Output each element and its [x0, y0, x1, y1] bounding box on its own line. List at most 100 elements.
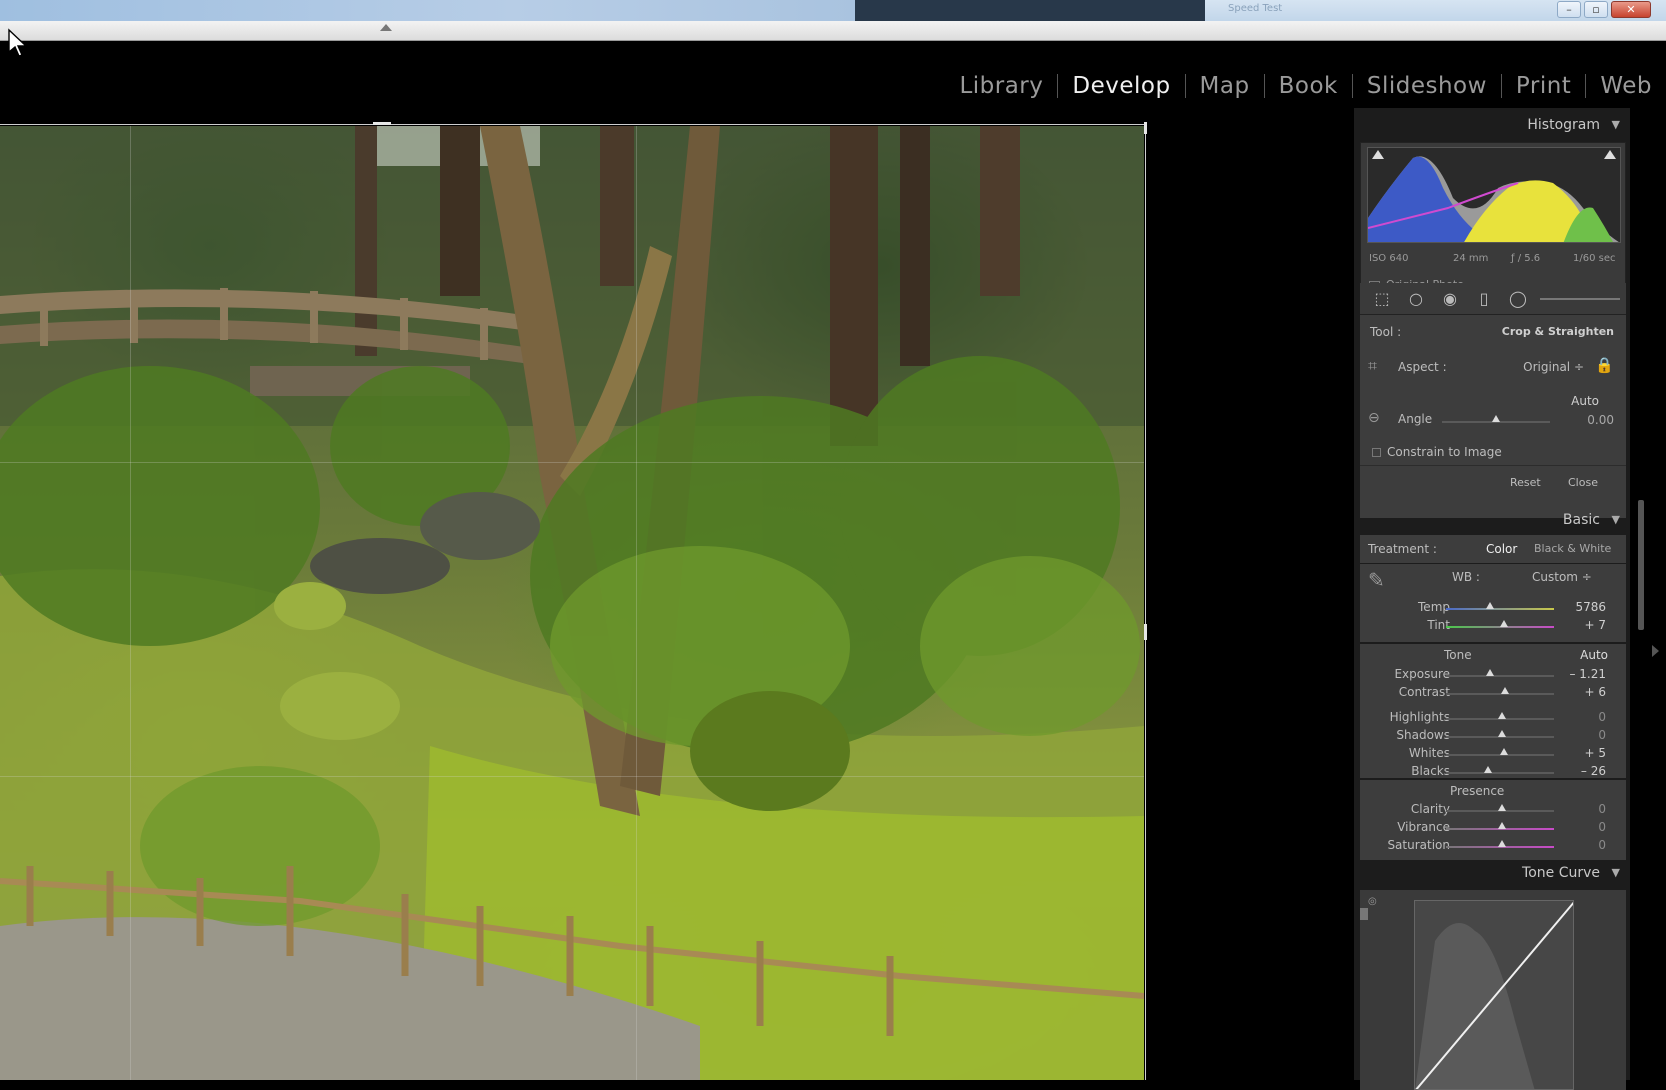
- show-top-panel-icon[interactable]: [380, 24, 392, 31]
- vibrance-value[interactable]: 0: [1598, 820, 1606, 834]
- contrast-value[interactable]: + 6: [1584, 685, 1606, 699]
- module-slideshow[interactable]: Slideshow: [1353, 74, 1502, 98]
- highlight-clipping-icon[interactable]: [1604, 150, 1616, 159]
- blacks-value[interactable]: – 26: [1581, 764, 1606, 778]
- module-book[interactable]: Book: [1265, 74, 1353, 98]
- basic-header[interactable]: Basic ▼: [1354, 505, 1630, 535]
- tint-value[interactable]: + 7: [1584, 618, 1606, 632]
- exposure-slider-thumb[interactable]: [1486, 669, 1494, 676]
- crop-frame-tool-icon[interactable]: ⌗: [1368, 356, 1377, 376]
- module-print[interactable]: Print: [1502, 74, 1587, 98]
- clarity-label: Clarity: [1410, 802, 1450, 816]
- tone-curve-header[interactable]: Tone Curve ▼: [1354, 858, 1630, 888]
- saturation-slider-thumb[interactable]: [1498, 840, 1506, 847]
- treatment-color-option[interactable]: Color: [1486, 542, 1517, 556]
- histogram-header[interactable]: Histogram ▼: [1354, 110, 1630, 140]
- shadows-value[interactable]: 0: [1598, 728, 1606, 742]
- temp-slider-thumb[interactable]: [1486, 602, 1494, 609]
- temp-value[interactable]: 5786: [1575, 600, 1606, 614]
- tone-auto-button[interactable]: Auto: [1580, 648, 1608, 662]
- wb-eyedropper-icon[interactable]: ✎: [1368, 568, 1385, 592]
- whites-slider-thumb[interactable]: [1500, 748, 1508, 755]
- aspect-label: Aspect :: [1398, 360, 1447, 374]
- crop-handle-right[interactable]: [1144, 624, 1147, 640]
- aspect-dropdown[interactable]: Original ÷: [1523, 360, 1584, 374]
- whites-value[interactable]: + 5: [1584, 746, 1606, 760]
- treatment-bw-option[interactable]: Black & White: [1534, 542, 1611, 555]
- collapse-triangle-icon[interactable]: ▼: [1612, 858, 1620, 888]
- hide-right-panel-icon[interactable]: [1652, 645, 1659, 657]
- angle-slider-thumb[interactable]: [1492, 415, 1500, 422]
- crop-grid-line: [0, 776, 1144, 777]
- tone-curve-graph[interactable]: [1414, 900, 1574, 1090]
- red-eye-icon[interactable]: ◉: [1440, 290, 1460, 308]
- minimize-button[interactable]: –: [1557, 1, 1581, 18]
- crop-overlay-icon[interactable]: ⬚: [1372, 290, 1392, 308]
- clarity-slider-thumb[interactable]: [1498, 804, 1506, 811]
- temp-label: Temp: [1418, 600, 1450, 614]
- exposure-value[interactable]: – 1.21: [1569, 667, 1606, 681]
- develop-tool-strip: ⬚ ○ ◉ ▯ ◯: [1360, 283, 1626, 315]
- contrast-slider-thumb[interactable]: [1501, 687, 1509, 694]
- module-develop[interactable]: Develop: [1058, 74, 1186, 98]
- crop-grid-line: [636, 126, 637, 1080]
- focal-length-info: 24 mm: [1453, 253, 1489, 264]
- wb-dropdown[interactable]: Custom ÷: [1532, 570, 1592, 584]
- exposure-slider[interactable]: [1446, 675, 1554, 677]
- vibrance-label: Vibrance: [1397, 820, 1450, 834]
- tint-slider-thumb[interactable]: [1500, 620, 1508, 627]
- lock-icon[interactable]: 🔒: [1595, 356, 1614, 374]
- iso-info: ISO 640: [1369, 253, 1409, 264]
- collapse-triangle-icon[interactable]: ▼: [1612, 505, 1620, 535]
- panel-scrollbar[interactable]: [1638, 500, 1644, 630]
- contrast-slider[interactable]: [1446, 693, 1554, 695]
- constrain-to-image-toggle[interactable]: Constrain to Image: [1372, 445, 1502, 459]
- blacks-slider[interactable]: [1446, 772, 1554, 774]
- straighten-tool-icon[interactable]: ⊖: [1368, 410, 1380, 426]
- saturation-value[interactable]: 0: [1598, 838, 1606, 852]
- highlights-label: Highlights: [1389, 710, 1450, 724]
- histogram-graph[interactable]: [1367, 147, 1621, 243]
- top-panel-strip[interactable]: [0, 21, 1666, 41]
- constrain-checkbox[interactable]: [1372, 448, 1381, 457]
- radial-filter-icon[interactable]: ◯: [1508, 290, 1528, 308]
- shadow-clipping-icon[interactable]: [1372, 150, 1384, 159]
- photo-preview[interactable]: [0, 126, 1144, 1080]
- tone-label: Tone: [1444, 648, 1472, 662]
- module-library[interactable]: Library: [945, 74, 1059, 98]
- collapse-triangle-icon[interactable]: ▼: [1612, 110, 1620, 140]
- module-map[interactable]: Map: [1186, 74, 1265, 98]
- close-crop-button[interactable]: Close: [1568, 476, 1598, 489]
- reset-button[interactable]: Reset: [1510, 476, 1541, 489]
- adjustment-brush-icon[interactable]: [1540, 290, 1620, 308]
- maximize-button[interactable]: ▫: [1584, 1, 1608, 18]
- clarity-value[interactable]: 0: [1598, 802, 1606, 816]
- crop-handle-top[interactable]: [373, 122, 391, 125]
- close-button[interactable]: ✕: [1611, 1, 1651, 18]
- graduated-filter-icon[interactable]: ▯: [1474, 290, 1494, 308]
- shutter-info: 1/60 sec: [1573, 253, 1616, 264]
- contrast-label: Contrast: [1398, 685, 1450, 699]
- crop-handle-corner[interactable]: [1144, 122, 1147, 134]
- panel-solo-toggle[interactable]: [1360, 908, 1368, 920]
- histogram-title: Histogram: [1527, 117, 1600, 133]
- target-adjustment-icon[interactable]: ◎: [1368, 896, 1377, 907]
- saturation-label: Saturation: [1387, 838, 1450, 852]
- presence-label: Presence: [1450, 784, 1505, 798]
- highlights-value[interactable]: 0: [1598, 710, 1606, 724]
- treatment-row: Treatment : Color Black & White: [1360, 535, 1626, 563]
- presence-section: Presence Clarity 0 Vibrance 0 Saturation…: [1360, 780, 1626, 860]
- blacks-slider-thumb[interactable]: [1484, 766, 1492, 773]
- garden-photo-image: [0, 126, 1144, 1080]
- vibrance-slider-thumb[interactable]: [1498, 822, 1506, 829]
- shadows-slider-thumb[interactable]: [1498, 730, 1506, 737]
- angle-value[interactable]: 0.00: [1587, 413, 1614, 427]
- tint-label: Tint: [1427, 618, 1450, 632]
- module-web[interactable]: Web: [1586, 74, 1652, 98]
- white-balance-section: ✎ WB : Custom ÷ Temp 5786 Tint + 7: [1360, 564, 1626, 642]
- auto-straighten-button[interactable]: Auto: [1571, 394, 1599, 408]
- temp-slider[interactable]: [1446, 608, 1554, 610]
- spot-removal-icon[interactable]: ○: [1406, 290, 1426, 308]
- tone-curve-panel: ◎: [1360, 890, 1626, 1090]
- highlights-slider-thumb[interactable]: [1498, 712, 1506, 719]
